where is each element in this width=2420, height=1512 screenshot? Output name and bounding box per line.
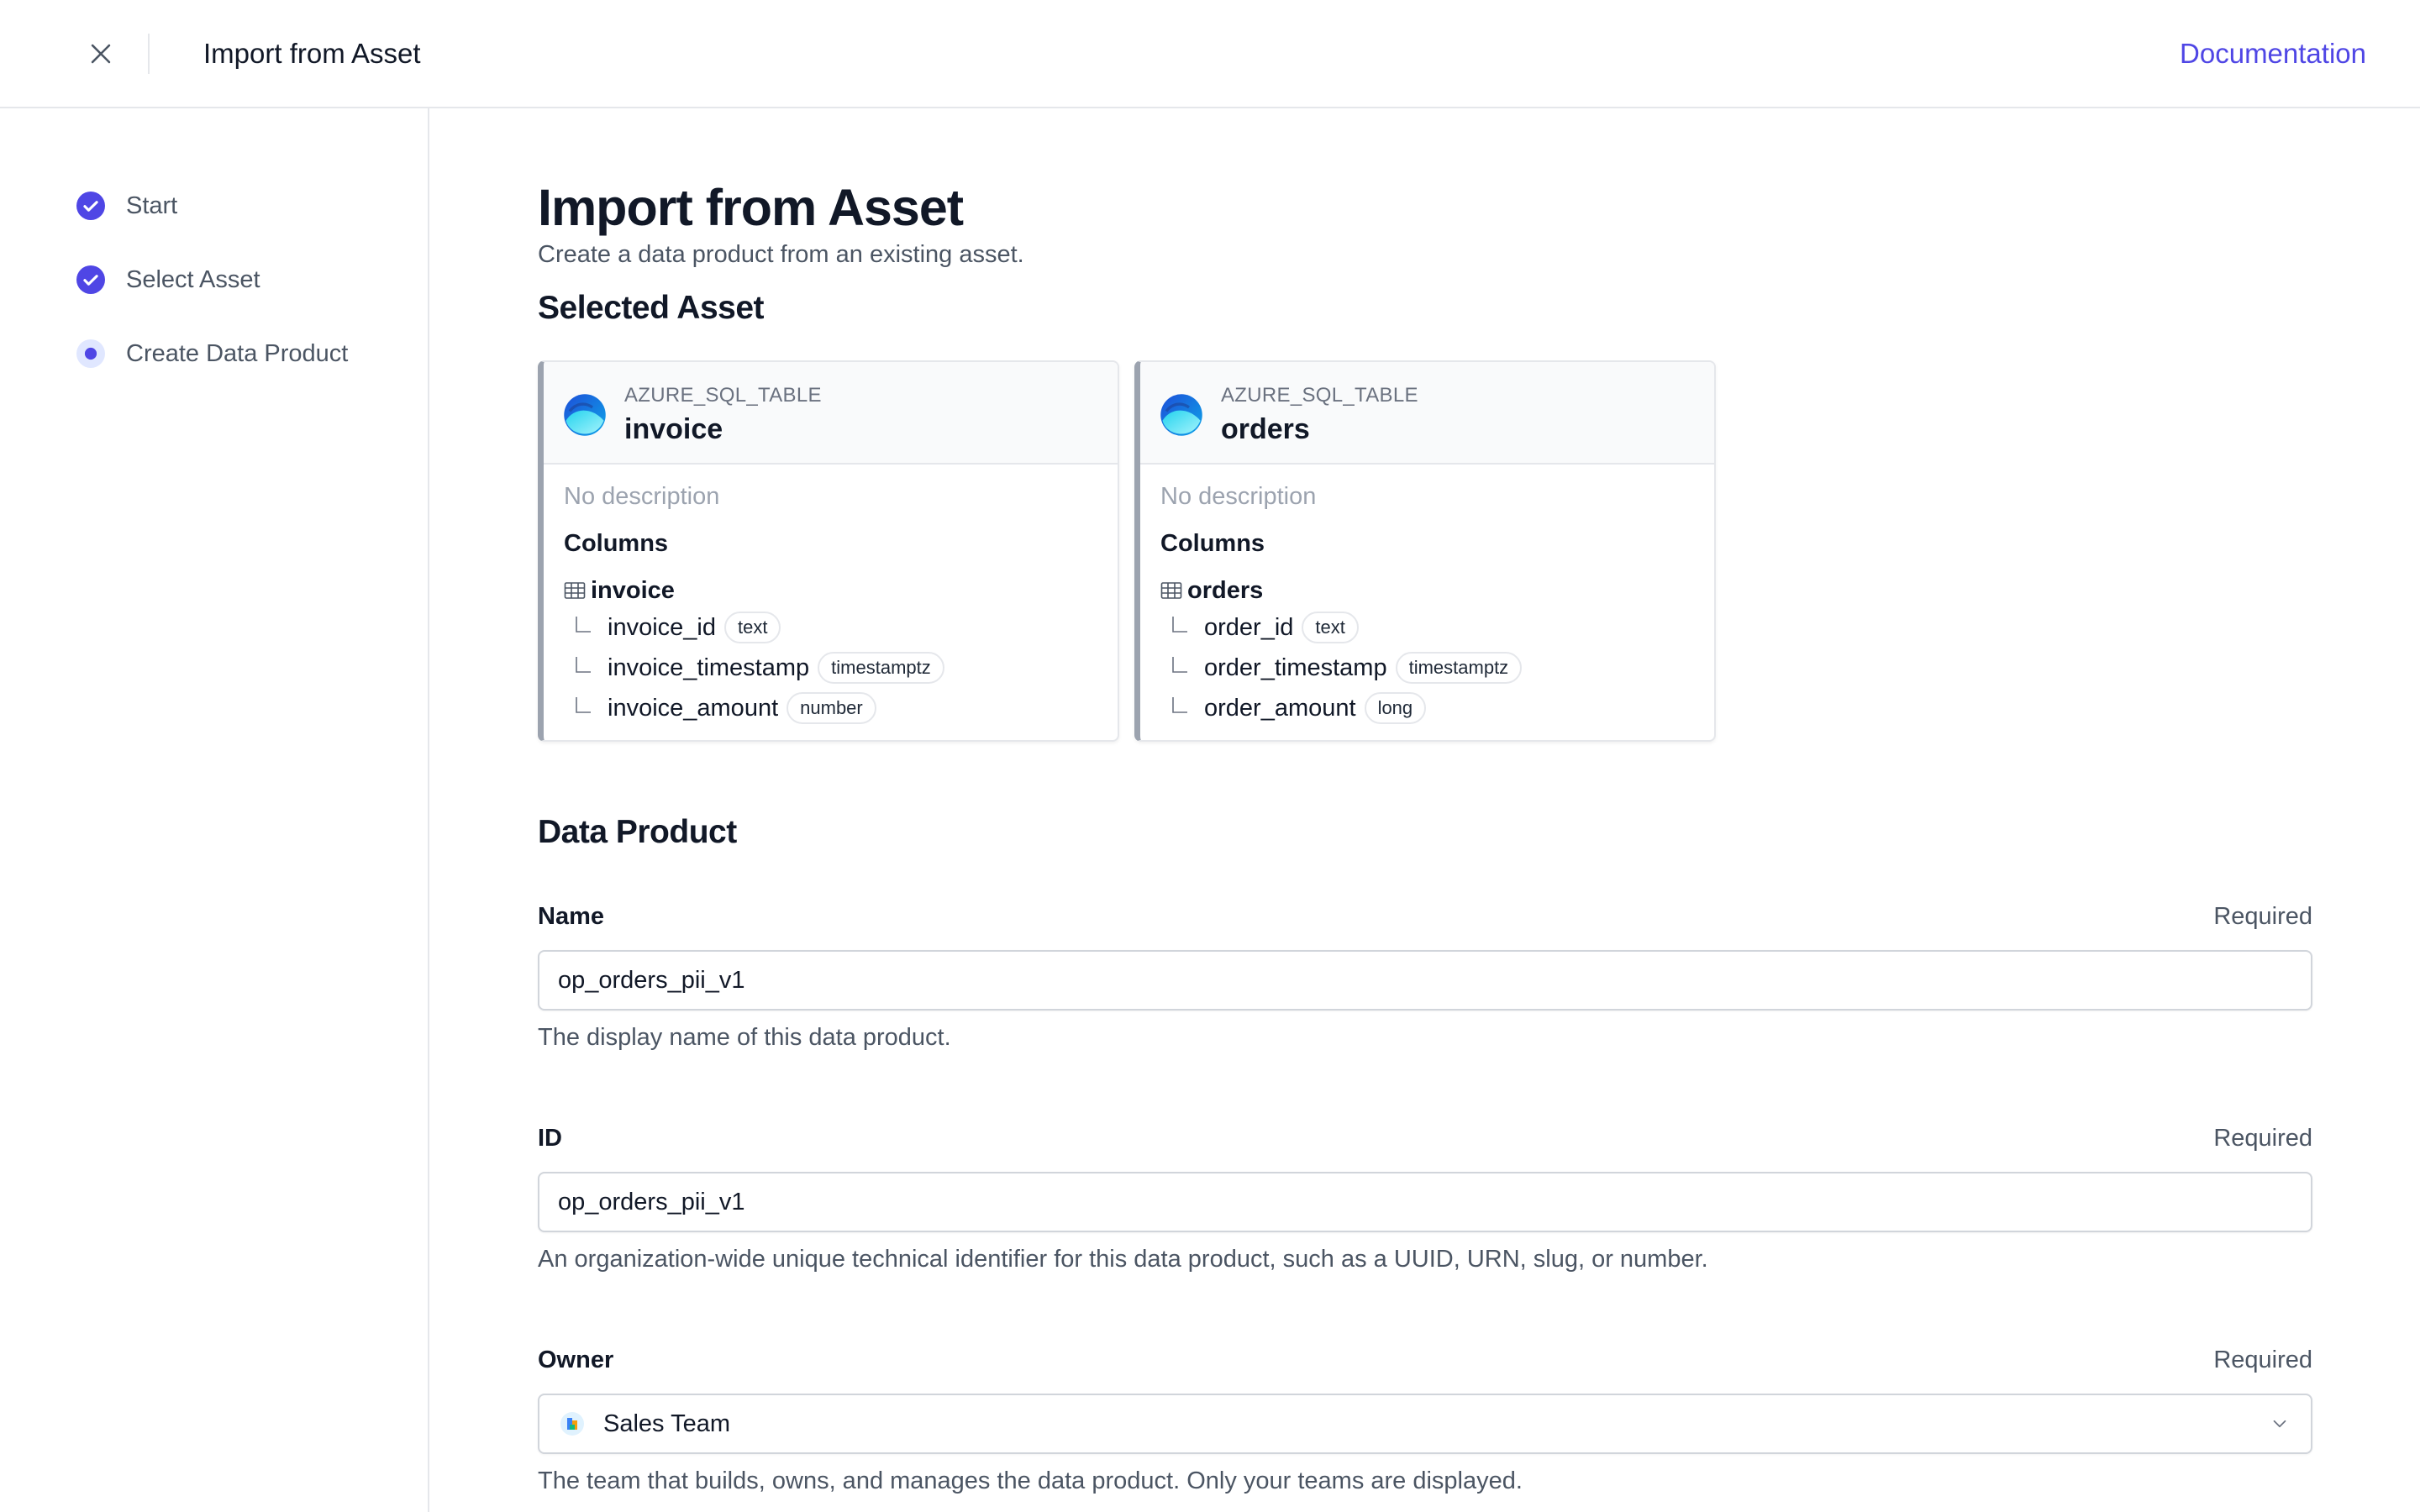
column-row: order_timestamp timestamptz [1171, 651, 1523, 685]
asset-type: AZURE_SQL_TABLE [624, 384, 822, 407]
branch-icon [576, 657, 591, 673]
close-icon [91, 44, 111, 64]
column-row: order_id text [1171, 611, 1359, 644]
header-divider [148, 34, 150, 74]
header-title: Import from Asset [203, 38, 421, 69]
asset-card: AZURE_SQL_TABLE orders No description Co… [1134, 360, 1716, 742]
column-type-badge: timestamptz [1395, 652, 1523, 684]
azure-sql-icon [564, 394, 606, 436]
selected-asset-heading: Selected Asset [538, 290, 765, 326]
table-icon [564, 582, 586, 599]
branch-icon [576, 697, 591, 713]
owner-label: Owner [538, 1347, 614, 1373]
column-name: invoice_amount [608, 695, 779, 722]
columns-heading: Columns [564, 530, 669, 557]
step-select-asset[interactable]: Select Asset [76, 263, 260, 297]
owner-select-value: Sales Team [603, 1410, 730, 1437]
check-circle-icon [76, 191, 106, 221]
column-type-badge: number [786, 692, 876, 724]
table-entry: invoice [564, 574, 675, 607]
owner-select[interactable]: Sales Team [538, 1394, 2312, 1454]
dot-circle-icon [76, 339, 106, 369]
asset-name: invoice [624, 413, 723, 445]
branch-icon [1172, 657, 1187, 673]
id-input[interactable] [538, 1172, 2312, 1232]
top-bar: Import from Asset Documentation [0, 0, 2420, 108]
id-label: ID [538, 1125, 562, 1152]
id-required: Required [2213, 1125, 2312, 1152]
name-input[interactable] [538, 950, 2312, 1011]
asset-description: No description [564, 483, 720, 510]
id-help: An organization-wide unique technical id… [538, 1246, 1708, 1273]
asset-name: orders [1221, 413, 1310, 445]
asset-type: AZURE_SQL_TABLE [1221, 384, 1418, 407]
data-product-heading: Data Product [538, 814, 737, 850]
column-name: order_id [1204, 614, 1294, 641]
column-name: invoice_timestamp [608, 654, 810, 681]
column-name: order_timestamp [1204, 654, 1387, 681]
name-label: Name [538, 903, 604, 930]
check-circle-icon [76, 265, 106, 295]
owner-required: Required [2213, 1347, 2312, 1373]
close-button[interactable] [81, 34, 121, 74]
column-type-badge: text [1302, 612, 1359, 643]
team-avatar-icon [560, 1412, 584, 1436]
column-type-badge: text [723, 612, 781, 643]
asset-card: AZURE_SQL_TABLE invoice No description C… [538, 360, 1119, 742]
step-create-data-product[interactable]: Create Data Product [76, 337, 348, 370]
table-icon [1160, 582, 1182, 599]
name-required: Required [2213, 903, 2312, 930]
columns-heading: Columns [1160, 530, 1265, 557]
table-name: orders [1187, 577, 1264, 604]
branch-icon [576, 617, 591, 633]
column-type-badge: timestamptz [818, 652, 944, 684]
page-subtitle: Create a data product from an existing a… [538, 241, 1024, 268]
step-start[interactable]: Start [76, 189, 177, 223]
column-type-badge: long [1364, 692, 1427, 724]
table-entry: orders [1160, 574, 1263, 607]
asset-card-header: AZURE_SQL_TABLE invoice [544, 362, 1118, 465]
step-label: Create Data Product [126, 340, 349, 367]
owner-help: The team that builds, owns, and manages … [538, 1467, 1523, 1494]
branch-icon [1172, 697, 1187, 713]
column-row: invoice_id text [574, 611, 781, 644]
chevron-down-icon [2273, 1420, 2286, 1428]
asset-card-header: AZURE_SQL_TABLE orders [1140, 362, 1714, 465]
table-name: invoice [591, 577, 675, 604]
asset-cards: AZURE_SQL_TABLE invoice No description C… [538, 360, 1716, 742]
column-row: invoice_timestamp timestamptz [574, 651, 944, 685]
branch-icon [1172, 617, 1187, 633]
column-row: order_amount long [1171, 691, 1427, 725]
column-row: invoice_amount number [574, 691, 876, 725]
step-label: Select Asset [126, 266, 260, 293]
name-help: The display name of this data product. [538, 1024, 951, 1051]
documentation-link[interactable]: Documentation [2180, 34, 2366, 74]
azure-sql-icon [1160, 394, 1202, 436]
page-title: Import from Asset [538, 179, 964, 236]
column-name: order_amount [1204, 695, 1356, 722]
main-content: Import from Asset Create a data product … [538, 108, 2312, 1512]
asset-description: No description [1160, 483, 1317, 510]
column-name: invoice_id [608, 614, 716, 641]
wizard-sidebar: Start Select Asset Create Data Product [0, 108, 429, 1512]
step-label: Start [126, 192, 178, 219]
